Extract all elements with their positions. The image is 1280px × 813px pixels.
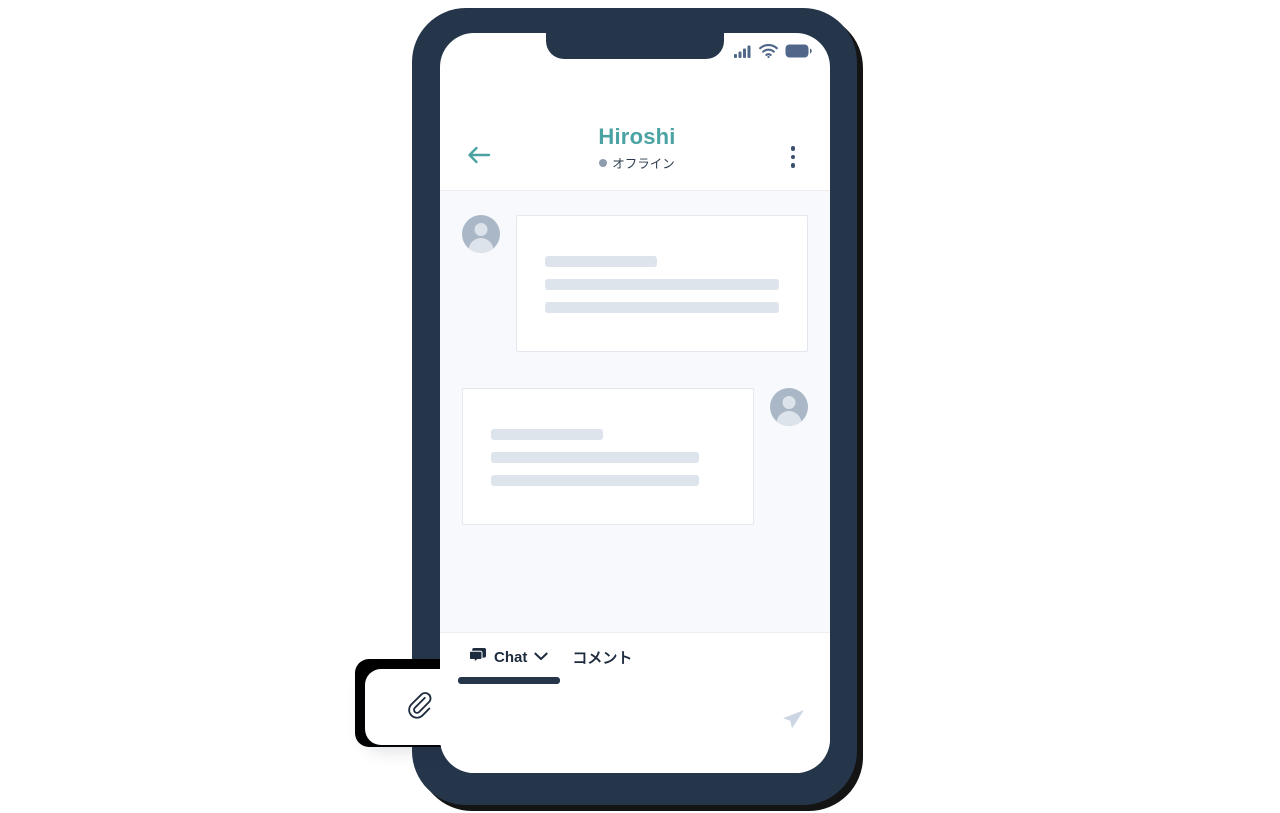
tab-comments-label: コメント (572, 649, 633, 667)
message-row-outgoing (462, 388, 808, 525)
contact-name: Hiroshi (598, 123, 676, 149)
user-avatar-icon (462, 215, 500, 253)
paperclip-icon (406, 691, 434, 724)
message-row-incoming (462, 215, 808, 352)
chat-bubble-icon (468, 647, 487, 668)
skeleton-line (545, 302, 779, 313)
attach-file-button[interactable] (401, 688, 439, 726)
phone-notch (546, 33, 724, 59)
tab-chat[interactable]: Chat (458, 633, 561, 684)
presence-row: オフライン (496, 153, 778, 172)
skeleton-line (491, 475, 700, 486)
message-list[interactable] (440, 191, 830, 632)
wifi-icon (759, 44, 778, 58)
back-button[interactable] (462, 140, 496, 174)
tab-bar: Chat コメント (440, 632, 830, 684)
tab-comments[interactable]: コメント (560, 633, 644, 681)
app-header: Hiroshi オフライン (440, 69, 830, 191)
presence-dot-icon (599, 158, 608, 167)
menu-dot (790, 154, 796, 160)
more-vertical-icon[interactable] (778, 140, 808, 174)
header-titles: Hiroshi オフライン (496, 124, 778, 174)
skeleton-line (491, 452, 700, 463)
skeleton-line (545, 256, 658, 267)
message-bubble[interactable] (516, 215, 808, 352)
user-avatar-icon (770, 388, 808, 426)
menu-dot (790, 146, 796, 151)
send-button[interactable] (778, 707, 808, 737)
message-bubble[interactable] (462, 388, 754, 525)
battery-icon (785, 44, 812, 58)
message-composer[interactable] (440, 681, 830, 773)
skeleton-line (545, 279, 779, 290)
send-paper-plane-icon (781, 707, 806, 737)
phone-screen: Hiroshi オフライン Chat コメント (440, 33, 830, 773)
tab-chat-label: Chat (494, 648, 528, 666)
menu-dot (790, 163, 796, 168)
cellular-signal-icon (734, 45, 752, 58)
presence-status-label: オフライン (612, 157, 675, 171)
back-arrow-icon (466, 145, 492, 170)
skeleton-line (491, 429, 604, 440)
chevron-down-icon[interactable] (534, 648, 548, 666)
